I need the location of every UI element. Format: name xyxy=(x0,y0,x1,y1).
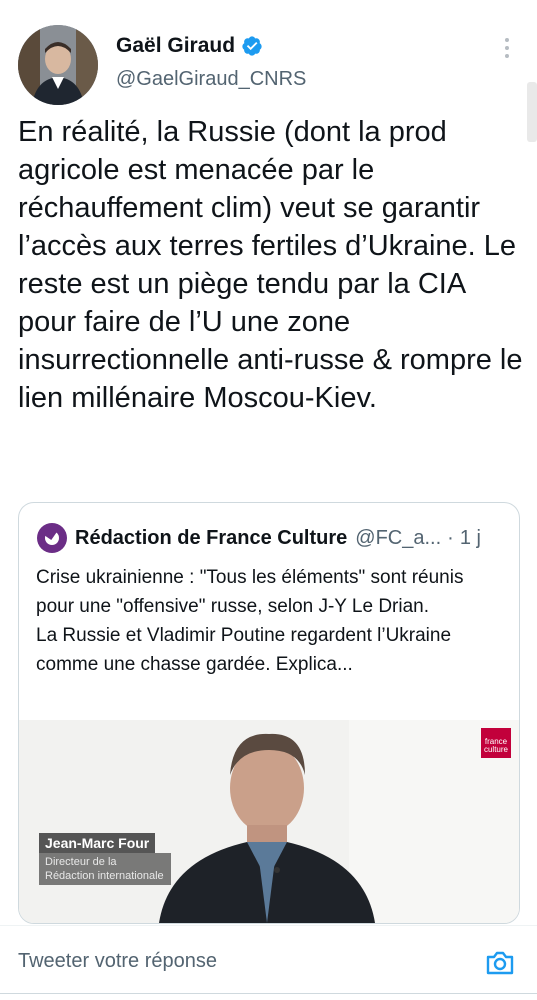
divider xyxy=(0,925,537,926)
quoted-tweet-header: Rédaction de France Culture @FC_a... · 1… xyxy=(37,523,481,553)
quoted-tweet-card[interactable]: Rédaction de France Culture @FC_a... · 1… xyxy=(18,502,520,924)
video-frame-image xyxy=(19,720,519,923)
verified-badge-icon xyxy=(242,36,262,56)
france-culture-logo-icon xyxy=(37,523,67,553)
quoted-video-thumbnail[interactable]: france culture Jean-Marc Four Directeur … xyxy=(19,720,519,923)
author-handle[interactable]: @GaelGiraud_CNRS xyxy=(116,68,306,91)
author-name[interactable]: Gaël Giraud xyxy=(116,34,263,58)
video-caption: Jean-Marc Four Directeur de la Rédaction… xyxy=(39,833,171,885)
more-vertical-icon xyxy=(505,38,509,42)
france-culture-badge: france culture xyxy=(481,728,511,758)
header-separator: · xyxy=(447,526,454,549)
more-options-button[interactable] xyxy=(501,36,513,60)
quoted-tweet-text: Crise ukrainienne : "Tous les éléments" … xyxy=(36,563,506,679)
quoted-author-name: Rédaction de France Culture xyxy=(75,526,348,549)
caption-name: Jean-Marc Four xyxy=(39,833,156,853)
quoted-text-line-1: Crise ukrainienne : "Tous les éléments" … xyxy=(36,567,464,617)
divider xyxy=(0,993,537,994)
quoted-author-handle: @FC_a... xyxy=(355,526,442,549)
reply-input[interactable]: Tweeter votre réponse xyxy=(18,950,217,973)
camera-icon xyxy=(486,951,514,975)
author-name-text: Gaël Giraud xyxy=(116,34,236,57)
tweet-text: En réalité, la Russie (dont la prod agri… xyxy=(18,116,523,414)
quoted-timestamp: 1 j xyxy=(459,526,481,549)
tweet-detail-page: Gaël Giraud @GaelGiraud_CNRS En réalité,… xyxy=(0,0,537,1000)
camera-button[interactable] xyxy=(484,947,516,979)
caption-role: Directeur de la Rédaction internationale xyxy=(39,853,171,885)
quoted-text-line-2: La Russie et Vladimir Poutine regardent … xyxy=(36,625,452,675)
scrollbar[interactable] xyxy=(527,82,537,142)
avatar[interactable] xyxy=(18,25,98,105)
avatar-photo xyxy=(18,25,98,105)
